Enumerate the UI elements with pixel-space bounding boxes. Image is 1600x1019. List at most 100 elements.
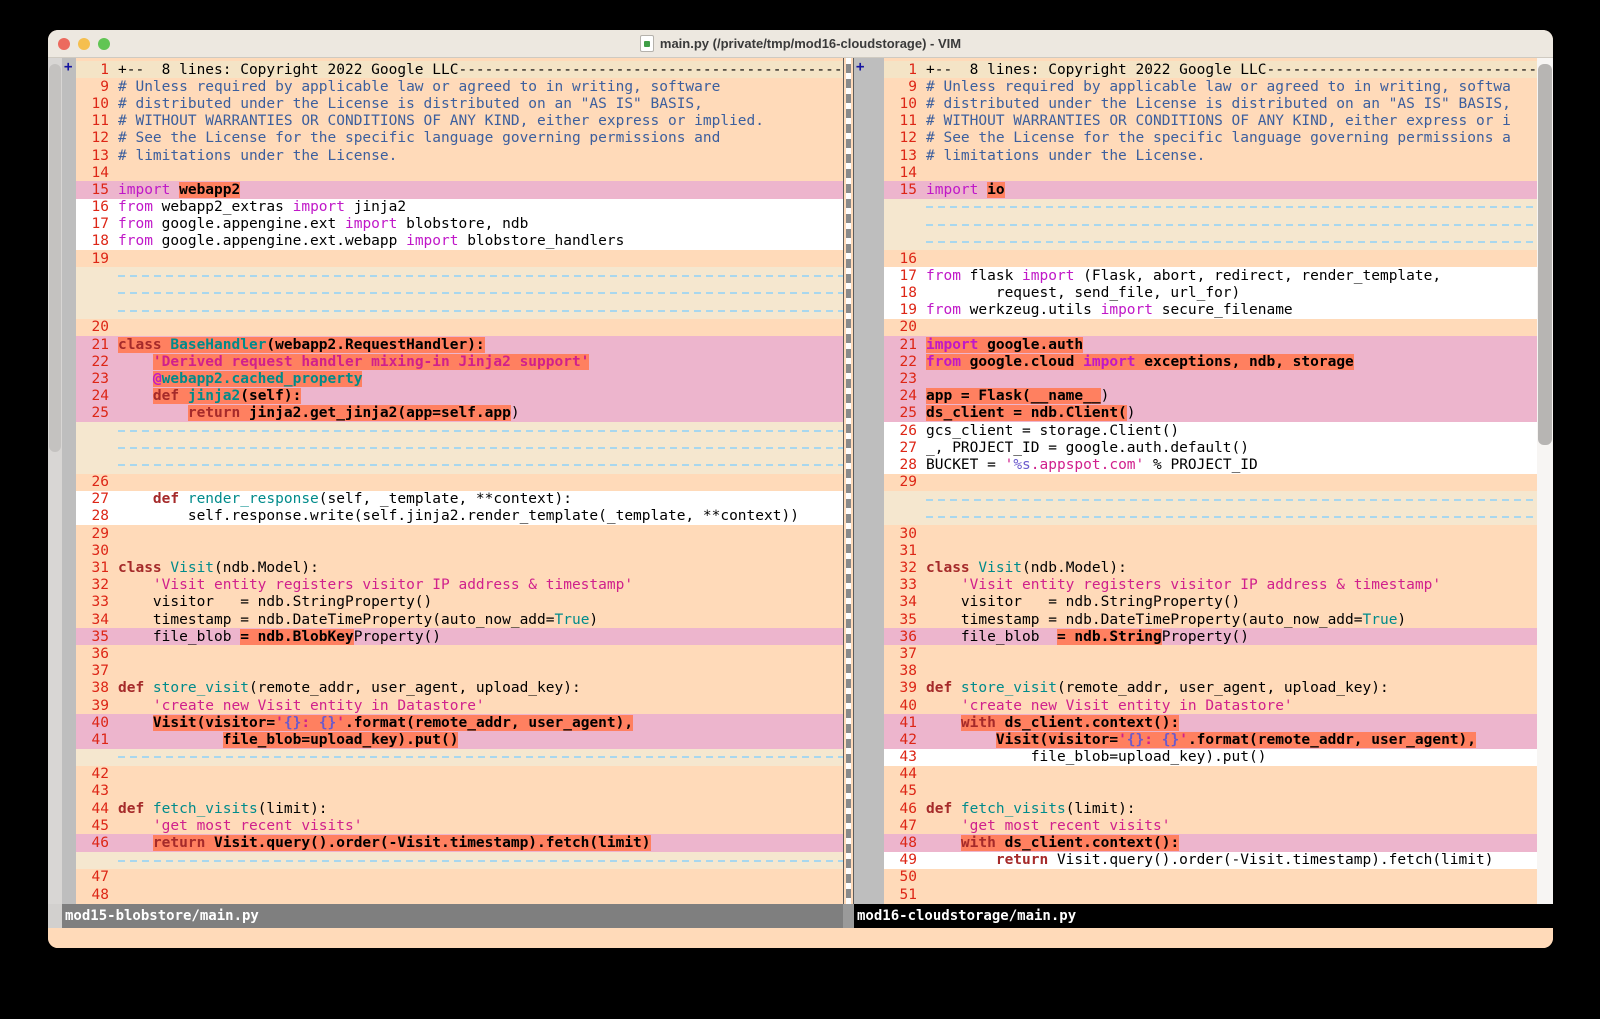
code-line[interactable]: 37 [76, 663, 843, 680]
code-line[interactable]: 34 timestamp = ndb.DateTimeProperty(auto… [76, 611, 843, 628]
code-line[interactable]: 15import webapp2 [76, 181, 843, 198]
code-line[interactable]: 37 [884, 645, 1537, 662]
code-line[interactable]: 16 [884, 250, 1537, 267]
code-line[interactable]: 30 [884, 525, 1537, 542]
window-separator[interactable] [843, 58, 854, 904]
code-line[interactable]: 33 'Visit entity registers visitor IP ad… [884, 577, 1537, 594]
code-line[interactable]: 42 [76, 766, 843, 783]
code-line[interactable]: 15import io [884, 181, 1537, 198]
line-text [118, 474, 843, 491]
code-line[interactable]: 51 [884, 886, 1537, 903]
code-line[interactable]: 31 [884, 542, 1537, 559]
code-line[interactable]: 24 def jinja2(self): [76, 388, 843, 405]
code-line[interactable]: 27 def render_response(self, _template, … [76, 491, 843, 508]
code-line[interactable]: 40 Visit(visitor='{}: {}'.format(remote_… [76, 714, 843, 731]
code-line[interactable]: 24app = Flask(__name__) [884, 388, 1537, 405]
code-line[interactable]: 42 Visit(visitor='{}: {}'.format(remote_… [884, 731, 1537, 748]
code-line[interactable]: 14 [884, 164, 1537, 181]
code-line[interactable]: 40 'create new Visit entity in Datastore… [884, 697, 1537, 714]
code-line[interactable]: 11# WITHOUT WARRANTIES OR CONDITIONS OF … [884, 113, 1537, 130]
code-line[interactable]: 21import google.auth [884, 336, 1537, 353]
code-pane-right[interactable]: 1+-- 8 lines: Copyright 2022 Google LLC-… [884, 61, 1537, 903]
code-line[interactable]: 18from google.appengine.ext.webapp impor… [76, 233, 843, 250]
code-pane-left[interactable]: 1+-- 8 lines: Copyright 2022 Google LLC-… [76, 61, 843, 903]
code-line[interactable]: 48 [76, 886, 843, 903]
code-line[interactable]: 10# distributed under the License is dis… [884, 95, 1537, 112]
code-line[interactable]: 49 return Visit.query().order(-Visit.tim… [884, 852, 1537, 869]
folded-line[interactable]: 1+-- 8 lines: Copyright 2022 Google LLC-… [76, 61, 843, 78]
code-line[interactable]: 18 request, send_file, url_for) [884, 284, 1537, 301]
code-line[interactable]: 28BUCKET = '%s.appspot.com' % PROJECT_ID [884, 456, 1537, 473]
code-line[interactable]: 38 [884, 663, 1537, 680]
code-line[interactable]: 25ds_client = ndb.Client() [884, 405, 1537, 422]
code-line[interactable]: 9# Unless required by applicable law or … [884, 78, 1537, 95]
code-line[interactable]: 36 [76, 645, 843, 662]
code-line[interactable]: 20 [884, 319, 1537, 336]
code-line[interactable]: 43 file_blob=upload_key).put() [884, 749, 1537, 766]
folded-line[interactable]: 1+-- 8 lines: Copyright 2022 Google LLC-… [884, 61, 1537, 78]
code-line[interactable]: 12# See the License for the specific lan… [76, 130, 843, 147]
code-line[interactable]: 46 return Visit.query().order(-Visit.tim… [76, 834, 843, 851]
code-line[interactable]: 29 [76, 525, 843, 542]
code-line[interactable]: 41 file_blob=upload_key).put() [76, 731, 843, 748]
zoom-button[interactable] [98, 38, 110, 50]
fold-marker-icon[interactable]: + [854, 58, 884, 76]
code-line[interactable]: 29 [884, 474, 1537, 491]
code-line[interactable]: 12# See the License for the specific lan… [884, 130, 1537, 147]
code-line[interactable]: 43 [76, 783, 843, 800]
code-line[interactable]: 27_, PROJECT_ID = google.auth.default() [884, 439, 1537, 456]
code-line[interactable]: 47 'get most recent visits' [884, 817, 1537, 834]
code-line[interactable]: 11# WITHOUT WARRANTIES OR CONDITIONS OF … [76, 113, 843, 130]
code-line[interactable]: 32class Visit(ndb.Model): [884, 559, 1537, 576]
code-line[interactable]: 21class BaseHandler(webapp2.RequestHandl… [76, 336, 843, 353]
scrollbar-right-thumb[interactable] [1538, 64, 1552, 445]
code-line[interactable]: 13# limitations under the License. [884, 147, 1537, 164]
titlebar[interactable]: main.py (/private/tmp/mod16-cloudstorage… [48, 30, 1553, 58]
code-line[interactable]: 26gcs_client = storage.Client() [884, 422, 1537, 439]
code-line[interactable]: 19 [76, 250, 843, 267]
code-line[interactable]: 17from flask import (Flask, abort, redir… [884, 267, 1537, 284]
code-line[interactable]: 33 visitor = ndb.StringProperty() [76, 594, 843, 611]
scrollbar-left[interactable] [48, 58, 62, 904]
code-line[interactable]: 22from google.cloud import exceptions, n… [884, 353, 1537, 370]
code-line[interactable]: 16from webapp2_extras import jinja2 [76, 199, 843, 216]
minimize-button[interactable] [78, 38, 90, 50]
code-line[interactable]: 44def fetch_visits(limit): [76, 800, 843, 817]
code-line[interactable]: 25 return jinja2.get_jinja2(app=self.app… [76, 405, 843, 422]
code-line[interactable]: 39 'create new Visit entity in Datastore… [76, 697, 843, 714]
code-line[interactable]: 10# distributed under the License is dis… [76, 95, 843, 112]
code-line[interactable]: 45 'get most recent visits' [76, 817, 843, 834]
code-line[interactable]: 32 'Visit entity registers visitor IP ad… [76, 577, 843, 594]
code-line[interactable]: 23 @webapp2.cached_property [76, 370, 843, 387]
fold-marker-icon[interactable]: + [62, 58, 76, 76]
code-line[interactable]: 22 'Derived request handler mixing-in Ji… [76, 353, 843, 370]
code-line[interactable]: 45 [884, 783, 1537, 800]
code-line[interactable]: 30 [76, 542, 843, 559]
code-line[interactable]: 36 file_blob = ndb.StringProperty() [884, 628, 1537, 645]
code-line[interactable]: 38def store_visit(remote_addr, user_agen… [76, 680, 843, 697]
code-line[interactable]: 20 [76, 319, 843, 336]
scrollbar-right[interactable] [1537, 58, 1553, 904]
command-line[interactable] [48, 928, 1553, 948]
code-line[interactable]: 35 timestamp = ndb.DateTimeProperty(auto… [884, 611, 1537, 628]
code-line[interactable]: 35 file_blob = ndb.BlobKeyProperty() [76, 628, 843, 645]
code-line[interactable]: 44 [884, 766, 1537, 783]
scrollbar-left-thumb[interactable] [49, 64, 61, 452]
code-line[interactable]: 34 visitor = ndb.StringProperty() [884, 594, 1537, 611]
code-line[interactable]: 50 [884, 869, 1537, 886]
code-line[interactable]: 41 with ds_client.context(): [884, 714, 1537, 731]
code-line[interactable]: 26 [76, 474, 843, 491]
code-line[interactable]: 47 [76, 869, 843, 886]
code-line[interactable]: 31class Visit(ndb.Model): [76, 559, 843, 576]
code-line[interactable]: 23 [884, 370, 1537, 387]
code-line[interactable]: 39def store_visit(remote_addr, user_agen… [884, 680, 1537, 697]
close-button[interactable] [58, 38, 70, 50]
code-line[interactable]: 17from google.appengine.ext import blobs… [76, 216, 843, 233]
code-line[interactable]: 9# Unless required by applicable law or … [76, 78, 843, 95]
code-line[interactable]: 13# limitations under the License. [76, 147, 843, 164]
code-line[interactable]: 19from werkzeug.utils import secure_file… [884, 302, 1537, 319]
code-line[interactable]: 14 [76, 164, 843, 181]
code-line[interactable]: 28 self.response.write(self.jinja2.rende… [76, 508, 843, 525]
code-line[interactable]: 46def fetch_visits(limit): [884, 800, 1537, 817]
code-line[interactable]: 48 with ds_client.context(): [884, 834, 1537, 851]
